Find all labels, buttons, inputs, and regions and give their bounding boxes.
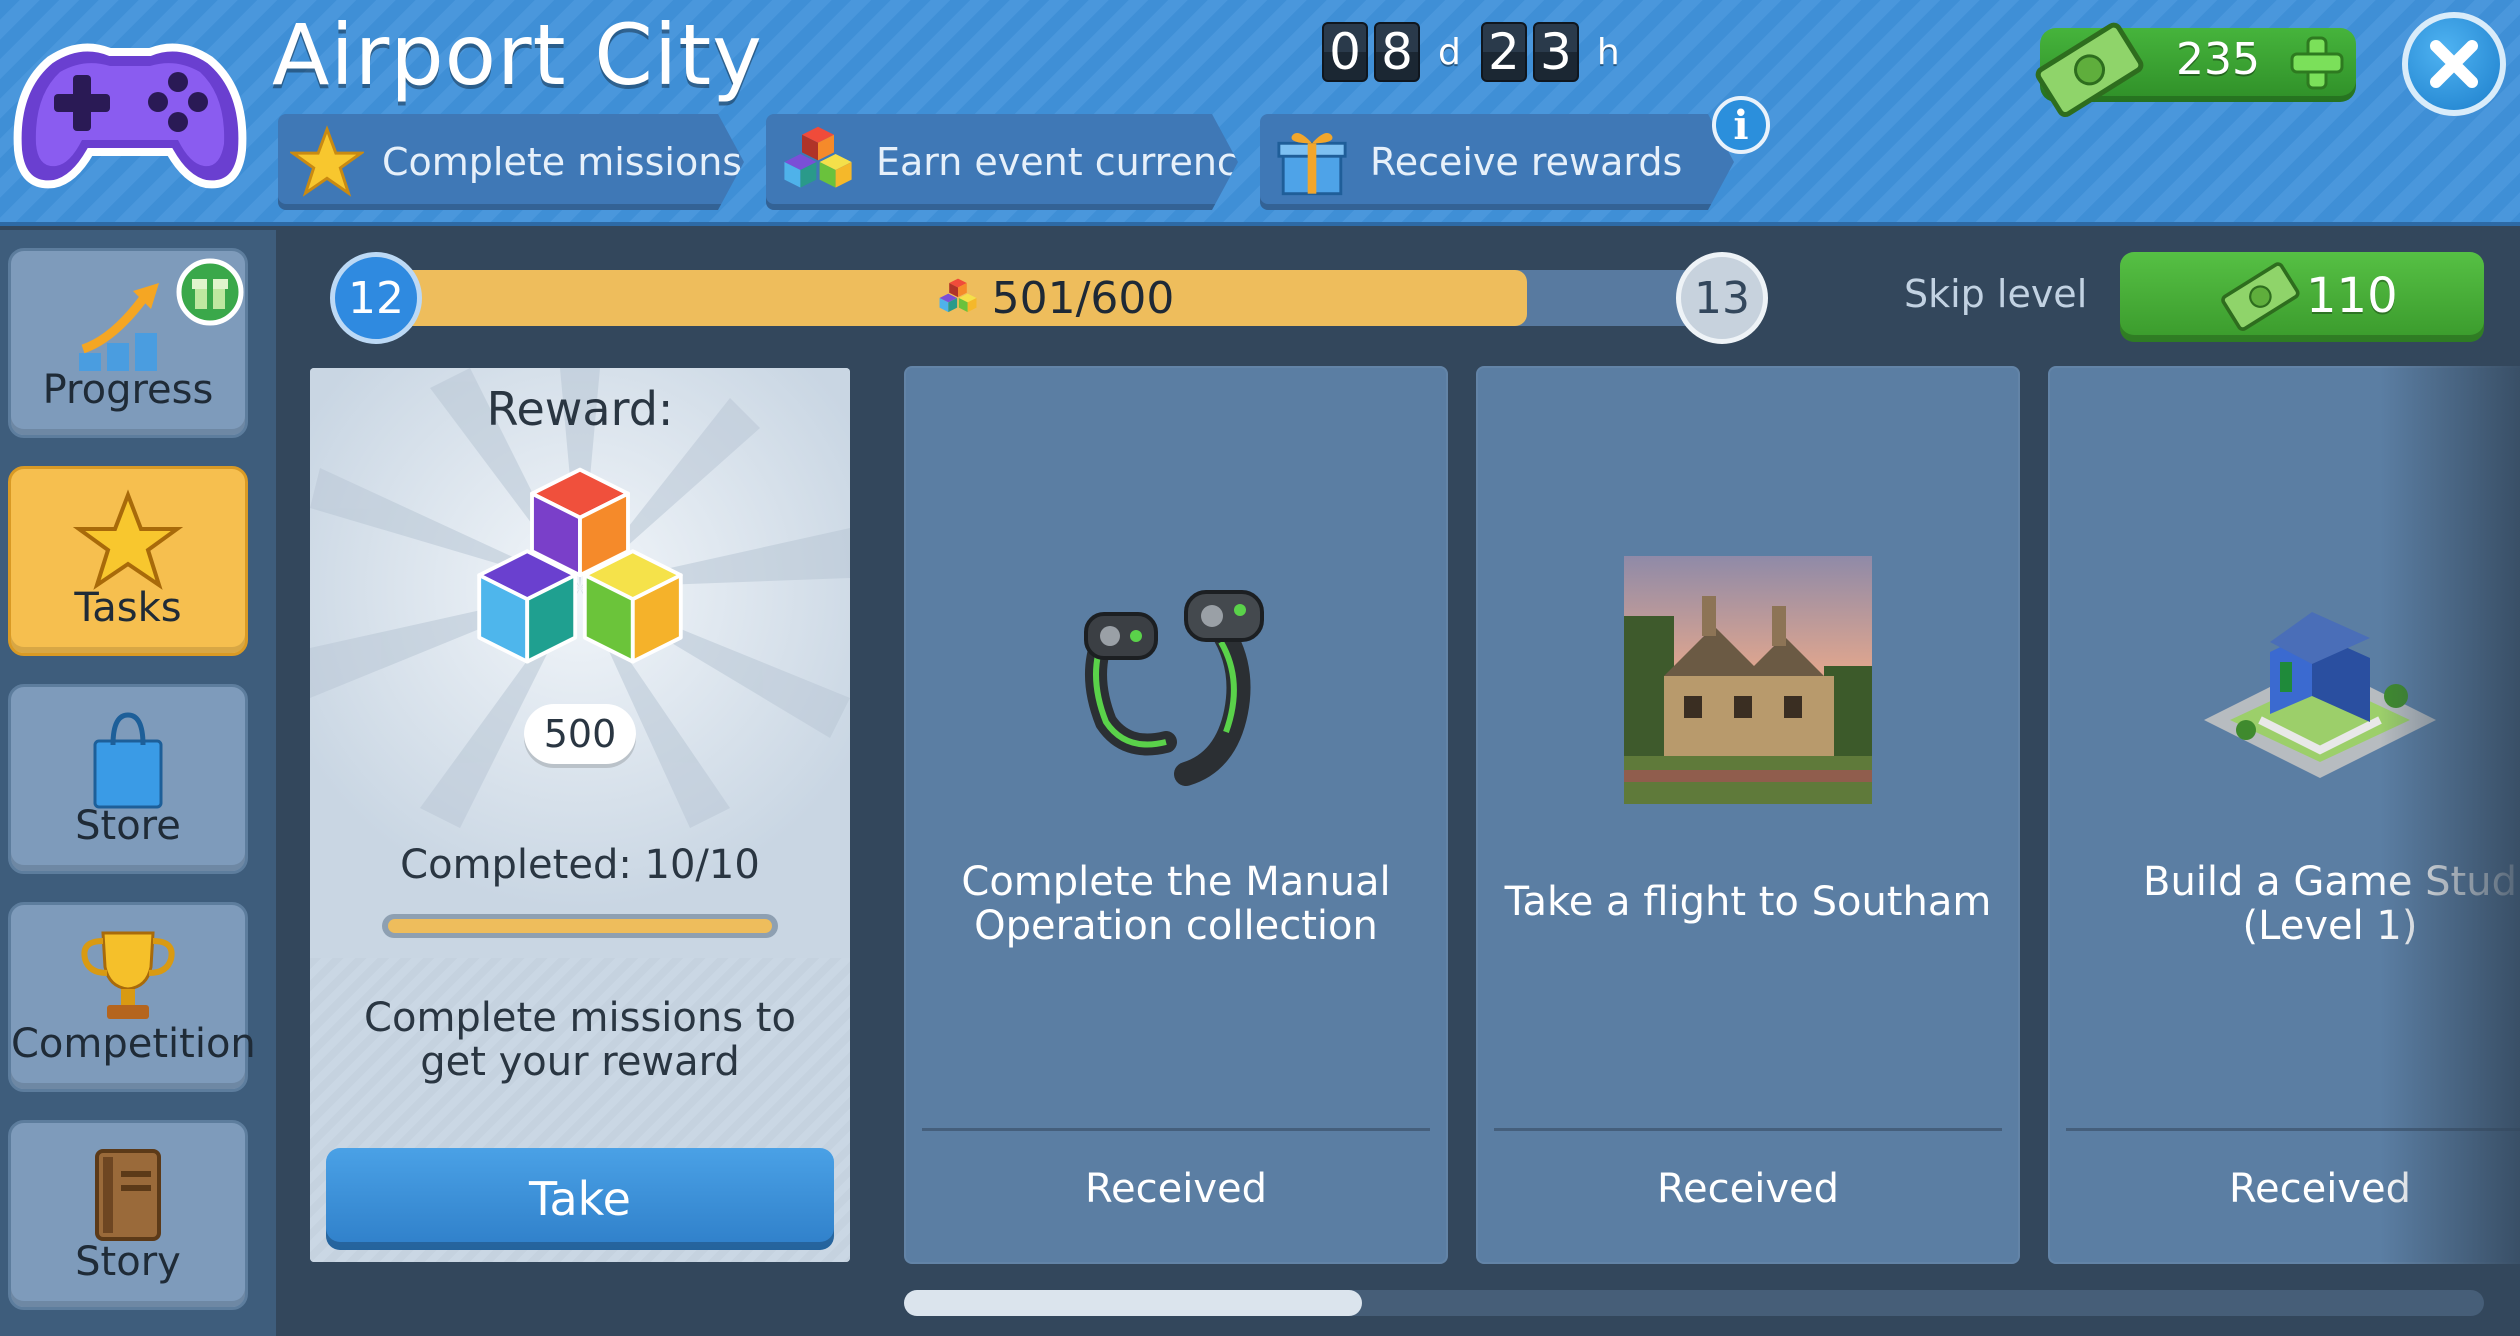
cubes-icon [778,122,858,202]
card-divider [922,1128,1430,1131]
app-title: Airport City [272,6,763,104]
info-button[interactable]: i [1712,96,1770,154]
star-icon [290,122,364,202]
reward-amount: 500 [524,704,636,764]
step-label: Earn event currency [876,140,1261,184]
star-icon [73,489,183,590]
timer-unit-days: d [1438,31,1461,73]
event-currency-cubes-icon [477,467,683,664]
timer-digit: 8 [1374,22,1420,82]
cottage-photo-image [1624,556,1872,804]
cubes-icon [939,278,977,313]
skip-level-button[interactable] [2120,252,2484,342]
step-receive-rewards: Receive rewards [1260,114,1734,210]
event-timer: 0 8 d 2 3 h [1322,22,1634,82]
step-complete-missions: Complete missions [278,114,744,210]
task-title: Take a flight to Southam [1504,879,1992,925]
overflow-fade [2380,366,2520,1264]
task-status: Received [1657,1166,1839,1212]
sidebar-item-competition[interactable]: Competition [8,902,256,1092]
close-button[interactable] [2402,12,2506,116]
completed-progress-bar [382,914,778,938]
cash-amount: 235 [2176,34,2260,85]
timer-unit-hours: h [1596,31,1620,73]
progress-chart-icon [79,283,159,371]
reward-title: Reward: [486,382,674,436]
sidebar-item-label: Tasks [74,585,182,631]
next-level-badge: 13 [1676,252,1768,344]
gift-badge-icon [176,258,244,326]
skip-level-label: Skip level [1904,272,2088,316]
task-title: Complete the Manual Operation collection [961,859,1391,949]
timer-digit: 0 [1322,22,1368,82]
step-earn-currency: Earn event currency [766,114,1238,210]
gift-icon [1272,122,1352,202]
task-status: Received [1085,1166,1267,1212]
book-icon [95,1149,161,1241]
completed-counter: Completed: 10/10 [400,842,760,888]
completed-progress-fill [388,919,772,933]
current-level-badge: 12 [330,252,422,344]
plus-icon[interactable] [2286,32,2348,94]
sidebar-item-story[interactable]: Story [8,1120,248,1310]
timer-digit: 3 [1532,22,1579,82]
task-card[interactable]: Complete the Manual Operation collection… [904,366,1448,1264]
timer-digit: 2 [1480,22,1527,82]
shopping-bag-icon [93,712,163,809]
take-reward-button[interactable]: Take [326,1148,834,1250]
task-card[interactable]: Take a flight to Southam Received [1476,366,2020,1264]
step-label: Complete missions [382,140,743,184]
reward-panel: Reward: 500 Completed: 10/10 Complete mi… [310,368,850,1262]
level-progress-text: 501/600 [991,272,1175,324]
horizontal-scrollbar[interactable] [904,1290,2484,1316]
trophy-icon [81,931,175,1019]
sidebar-item-label: Story [75,1239,181,1285]
reward-description: Complete missions to get your reward [364,995,796,1085]
skip-level-cost: 110 [2306,268,2398,324]
sidebar-item-label: Progress [42,367,214,413]
gamepad-logo-icon [13,43,247,189]
level-progress-bar: 501/600 [350,270,1760,326]
vr-controllers-image [1084,590,1264,786]
cash-bill-icon [2221,262,2300,331]
sidebar-item-label: Competition [11,1021,256,1067]
close-icon [2430,40,2478,88]
step-label: Receive rewards [1370,140,1683,184]
scrollbar-thumb[interactable] [904,1290,1363,1316]
sidebar-item-label: Store [75,803,181,849]
sidebar-item-tasks[interactable]: Tasks [8,466,248,656]
event-steps: Complete missions Earn event currency Re… [278,114,1734,210]
sidebar-item-store[interactable]: Store [8,684,248,874]
card-divider [1494,1128,2002,1131]
cash-bill-icon [2035,22,2144,118]
sidebar-item-progress[interactable]: Progress [8,248,248,438]
